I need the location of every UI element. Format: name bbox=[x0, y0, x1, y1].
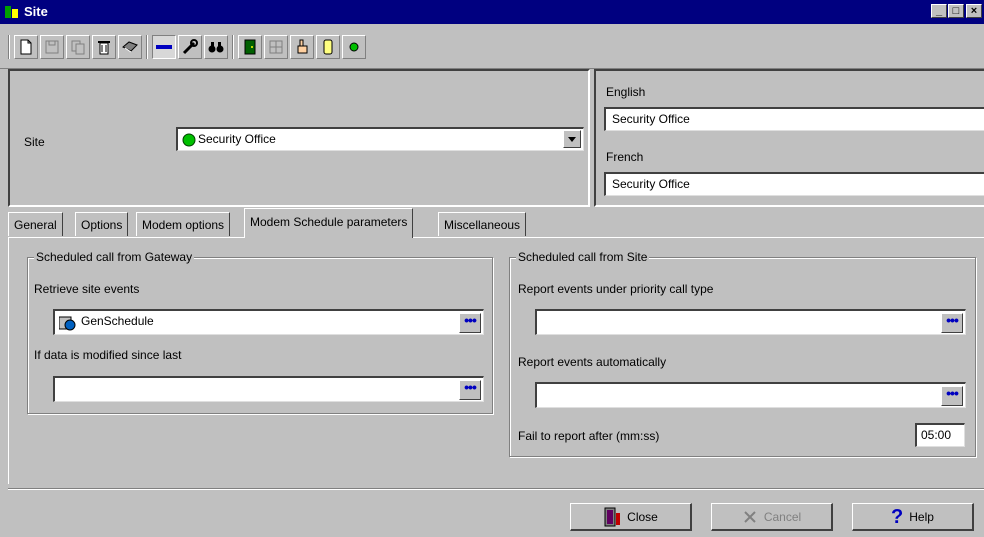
site-app-icon bbox=[5, 6, 18, 18]
tab-general[interactable]: General bbox=[8, 212, 63, 236]
cancel-button[interactable]: Cancel bbox=[711, 503, 833, 531]
tab-modem-schedule-parameters[interactable]: Modem Schedule parameters bbox=[244, 208, 414, 238]
retrieve-events-field[interactable]: GenSchedule ••• bbox=[53, 309, 484, 335]
retrieve-events-value: GenSchedule bbox=[81, 314, 154, 328]
french-name-input[interactable]: Security Office bbox=[604, 172, 984, 196]
new-icon[interactable] bbox=[14, 35, 38, 59]
print-icon[interactable] bbox=[118, 35, 142, 59]
site-panel: Site Security Office bbox=[8, 69, 590, 207]
cancel-button-label: Cancel bbox=[763, 509, 802, 524]
footer-divider bbox=[8, 488, 984, 490]
modified-since-label: If data is modified since last bbox=[34, 348, 182, 362]
report-automatically-field[interactable]: ••• bbox=[535, 382, 966, 408]
window-title: Site bbox=[24, 4, 48, 19]
delete-icon[interactable] bbox=[92, 35, 116, 59]
report-automatically-label: Report events automatically bbox=[518, 355, 667, 369]
title-bar: Site _ □ × bbox=[0, 0, 984, 24]
english-name-input[interactable]: Security Office bbox=[604, 107, 984, 131]
close-button-label: Close bbox=[627, 509, 658, 524]
close-button[interactable]: Close bbox=[570, 503, 692, 531]
door-exit-icon bbox=[604, 507, 621, 526]
close-window-button[interactable]: × bbox=[966, 4, 982, 18]
save-icon[interactable] bbox=[40, 35, 64, 59]
ellipsis-icon[interactable]: ••• bbox=[941, 313, 963, 333]
priority-call-label: Report events under priority call type bbox=[518, 282, 714, 296]
translation-panel: English Security Office French Security … bbox=[594, 69, 984, 207]
site-label: Site bbox=[24, 135, 45, 149]
wrench-icon[interactable] bbox=[178, 35, 202, 59]
reader-icon[interactable] bbox=[316, 35, 340, 59]
english-label: English bbox=[606, 85, 646, 99]
help-button[interactable]: ? Help bbox=[852, 503, 974, 531]
schedule-icon bbox=[59, 316, 76, 331]
door-icon[interactable] bbox=[238, 35, 262, 59]
fail-to-report-input[interactable]: 05:00 bbox=[915, 423, 965, 447]
ellipsis-icon[interactable]: ••• bbox=[459, 380, 481, 400]
gateway-group-title: Scheduled call from Gateway bbox=[34, 250, 195, 264]
fail-to-report-label: Fail to report after (mm:ss) bbox=[518, 429, 660, 443]
toolbar bbox=[0, 25, 984, 69]
status-dot-icon[interactable] bbox=[342, 35, 366, 59]
site-select-value: Security Office bbox=[198, 132, 276, 146]
french-label: French bbox=[606, 150, 644, 164]
cancel-x-icon bbox=[744, 510, 756, 523]
tab-options[interactable]: Options bbox=[75, 212, 129, 236]
help-button-label: Help bbox=[909, 509, 934, 524]
copy-icon[interactable] bbox=[66, 35, 90, 59]
tab-miscellaneous[interactable]: Miscellaneous bbox=[438, 212, 527, 236]
question-mark-icon: ? bbox=[891, 505, 904, 528]
site-select[interactable]: Security Office bbox=[176, 127, 584, 151]
ellipsis-icon[interactable]: ••• bbox=[941, 386, 963, 406]
tab-modem-options[interactable]: Modem options bbox=[136, 212, 231, 236]
retrieve-events-label: Retrieve site events bbox=[34, 282, 140, 296]
hand-icon[interactable] bbox=[290, 35, 314, 59]
minimize-button[interactable]: _ bbox=[931, 4, 947, 18]
grid-icon[interactable] bbox=[264, 35, 288, 59]
modified-since-field[interactable]: ••• bbox=[53, 376, 484, 402]
status-dot-icon bbox=[182, 133, 196, 147]
maximize-button[interactable]: □ bbox=[948, 4, 964, 18]
site-call-group-title: Scheduled call from Site bbox=[516, 250, 650, 264]
link-icon[interactable] bbox=[152, 35, 176, 59]
binoculars-icon[interactable] bbox=[204, 35, 228, 59]
chevron-down-icon[interactable] bbox=[563, 130, 581, 148]
priority-call-field[interactable]: ••• bbox=[535, 309, 966, 335]
ellipsis-icon[interactable]: ••• bbox=[459, 313, 481, 333]
